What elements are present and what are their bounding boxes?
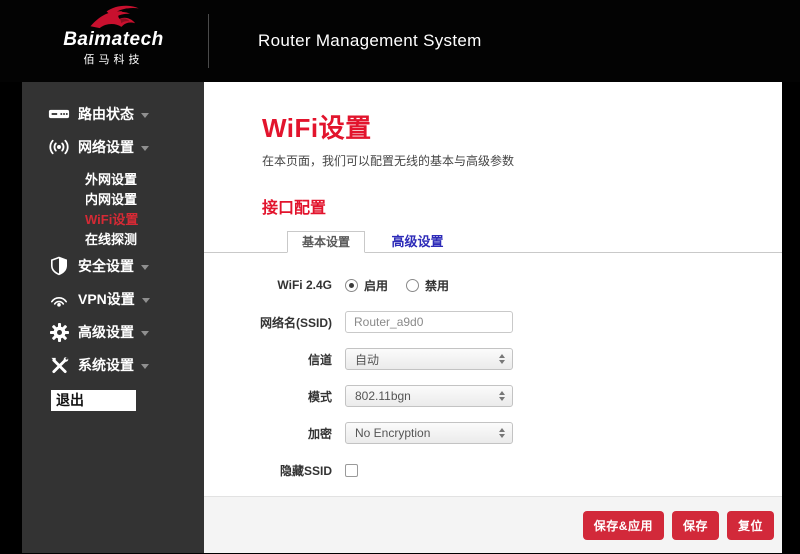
disable-radio[interactable] [406, 278, 420, 292]
form-actions-bar: 保存&应用 保存 复位 [204, 496, 782, 553]
chevron-down-icon [141, 297, 150, 303]
main-content: WiFi设置 在本页面，我们可以配置无线的基本与高级参数 接口配置 基本设置 高… [204, 82, 782, 553]
encryption-selected-value: No Encryption [355, 426, 431, 440]
sidebar-item-advanced-settings[interactable]: 高级设置 [22, 322, 204, 342]
gear-icon [48, 322, 70, 342]
tab-advanced-settings[interactable]: 高级设置 [391, 231, 443, 253]
sidebar-item-system-settings[interactable]: 系统设置 [22, 355, 204, 375]
enable-radio[interactable] [345, 278, 358, 292]
sidebar-subitem-wifi-settings[interactable]: WiFi设置 [22, 210, 204, 230]
sidebar-item-vpn-settings[interactable]: VPN设置 [22, 289, 204, 309]
sidebar-subitem-wan-settings[interactable]: 外网设置 [22, 170, 204, 190]
wifi-settings-form: WiFi 2.4G 启用 禁用 网络名(SSID) 信道 自动 [204, 274, 782, 481]
encryption-row: 加密 No Encryption [204, 422, 782, 444]
ssid-input[interactable] [345, 311, 513, 333]
chevron-down-icon [141, 363, 149, 369]
chevron-down-icon [141, 112, 149, 118]
select-stepper-icon [499, 391, 505, 401]
broadcast-icon [48, 137, 70, 157]
sidebar-item-router-status[interactable]: 路由状态 [22, 104, 204, 124]
select-stepper-icon [499, 428, 505, 438]
tabbar: 基本设置 高级设置 [204, 231, 782, 253]
mode-selected-value: 802.11bgn [355, 389, 411, 403]
tools-icon [48, 355, 70, 375]
disable-radio-label: 禁用 [425, 278, 450, 293]
hide-ssid-checkbox[interactable] [345, 463, 358, 477]
enable-radio-label: 启用 [364, 278, 389, 293]
chevron-down-icon [141, 145, 149, 151]
horse-logo-icon [89, 5, 139, 29]
hide-ssid-label: 隐藏SSID [279, 463, 332, 478]
sidebar-item-label: 系统设置 [78, 357, 134, 373]
sidebar-subitem-online-detection[interactable]: 在线探测 [22, 230, 204, 250]
sidebar-item-security-settings[interactable]: 安全设置 [22, 256, 204, 276]
network-settings-submenu: 外网设置 内网设置 WiFi设置 在线探测 [22, 170, 204, 250]
app-header: Baimatech 佰马科技 Router Management System [0, 0, 800, 82]
brand-logo: Baimatech 佰马科技 [22, 4, 205, 80]
sidebar-item-label: 路由状态 [78, 106, 134, 122]
sidebar-item-label: 安全设置 [78, 258, 134, 274]
brand-name-chinese: 佰马科技 [83, 54, 144, 66]
save-and-apply-button[interactable]: 保存&应用 [582, 510, 664, 540]
encryption-select[interactable]: No Encryption [345, 422, 513, 444]
sidebar: 路由状态 网络设置 外网设置 内网设置 WiFi设置 在线探测 安全设置 VPN… [22, 82, 204, 553]
sidebar-item-network-settings[interactable]: 网络设置 [22, 137, 204, 157]
wifi-2_4g-label: WiFi 2.4G [277, 278, 332, 292]
wireless-icon [48, 289, 70, 309]
ssid-row: 网络名(SSID) [204, 311, 782, 333]
header-divider [208, 14, 209, 68]
mode-label: 模式 [307, 389, 332, 404]
save-button[interactable]: 保存 [671, 510, 719, 540]
sidebar-subitem-lan-settings[interactable]: 内网设置 [22, 190, 204, 210]
mode-row: 模式 802.11bgn [204, 385, 782, 407]
channel-row: 信道 自动 [204, 348, 782, 370]
hide-ssid-row: 隐藏SSID [204, 459, 782, 481]
logout-button[interactable]: 退出 [51, 390, 136, 411]
chevron-down-icon [141, 264, 149, 270]
channel-selected-value: 自动 [355, 352, 380, 367]
tab-basic-settings[interactable]: 基本设置 [287, 231, 366, 253]
chevron-down-icon [141, 330, 149, 336]
router-icon [48, 104, 70, 124]
sidebar-item-label: 高级设置 [78, 324, 134, 340]
ssid-label: 网络名(SSID) [259, 315, 332, 330]
shield-icon [48, 256, 70, 276]
page-subtitle: 在本页面，我们可以配置无线的基本与高级参数 [262, 154, 515, 168]
select-stepper-icon [499, 354, 505, 364]
encryption-label: 加密 [307, 426, 332, 441]
mode-select[interactable]: 802.11bgn [345, 385, 513, 407]
sidebar-item-label: 网络设置 [78, 139, 134, 155]
app-title: Router Management System [258, 31, 482, 50]
channel-select[interactable]: 自动 [345, 348, 513, 370]
section-title: 接口配置 [262, 200, 327, 217]
channel-label: 信道 [307, 352, 332, 367]
brand-name: Baimatech [63, 29, 164, 50]
sidebar-item-label: VPN设置 [78, 291, 135, 307]
reset-button[interactable]: 复位 [726, 510, 774, 540]
router-management-app: Baimatech 佰马科技 Router Management System … [0, 0, 800, 554]
wifi-enable-row: WiFi 2.4G 启用 禁用 [204, 274, 782, 296]
page-title: WiFi设置 [262, 113, 372, 143]
